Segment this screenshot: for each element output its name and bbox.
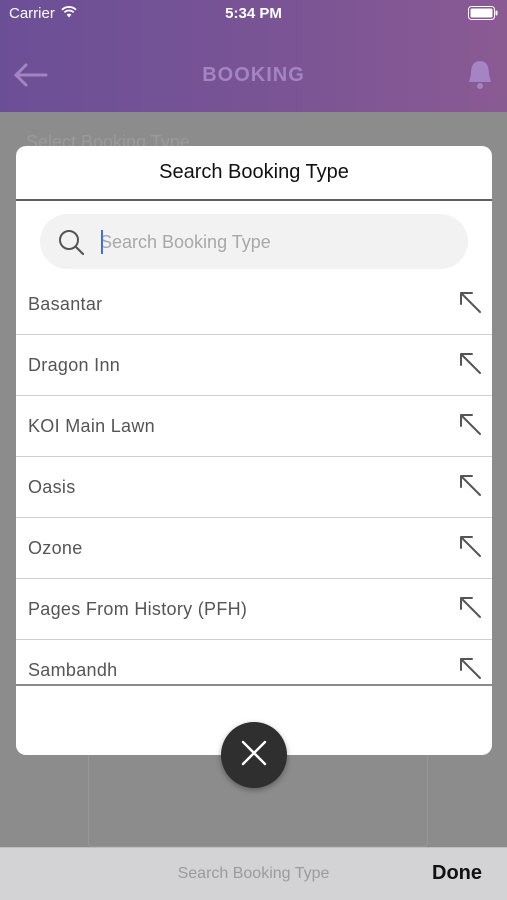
close-button[interactable]	[221, 722, 287, 788]
list-item[interactable]: Dragon Inn	[16, 335, 492, 396]
nav-title: BOOKING	[202, 64, 305, 86]
arrow-up-left-icon	[458, 473, 482, 502]
list-item-label: Pages From History (PFH)	[28, 599, 248, 619]
search-input[interactable]	[100, 224, 450, 260]
bell-icon[interactable]	[467, 58, 493, 97]
list-item-label: Dragon Inn	[28, 355, 121, 375]
list-item[interactable]: Oasis	[16, 457, 492, 518]
toolbar-field-hint: Search Booking Type	[177, 865, 330, 882]
list-item[interactable]: Sambandh	[16, 640, 492, 684]
search-box[interactable]	[40, 214, 468, 269]
modal-header: Search Booking Type	[16, 146, 492, 201]
close-icon	[240, 739, 268, 772]
arrow-up-left-icon	[458, 534, 482, 563]
arrow-up-left-icon	[458, 656, 482, 684]
list-item-label: KOI Main Lawn	[28, 416, 155, 436]
text-caret	[101, 230, 103, 254]
list-item[interactable]: KOI Main Lawn	[16, 396, 492, 457]
list-item-label: Basantar	[28, 294, 103, 314]
status-time: 5:34 PM	[225, 5, 282, 22]
list-item[interactable]: Ozone	[16, 518, 492, 579]
booking-type-list[interactable]: Basantar Dragon Inn KOI Main Lawn Oasis …	[16, 274, 492, 686]
done-button[interactable]: Done	[432, 862, 482, 885]
list-item-label: Ozone	[28, 538, 83, 558]
list-item-label: Sambandh	[28, 660, 118, 680]
status-bar: Carrier 5:34 PM	[0, 0, 507, 28]
arrow-up-left-icon	[458, 595, 482, 624]
nav-bar: BOOKING	[0, 50, 507, 102]
keyboard-toolbar: Search Booking Type Done	[0, 847, 507, 900]
arrow-up-left-icon	[458, 351, 482, 380]
app-header: Carrier 5:34 PM BOOKING	[0, 0, 507, 112]
modal-title: Search Booking Type	[159, 161, 349, 183]
search-modal: Search Booking Type Basantar Dragon Inn …	[16, 146, 492, 755]
battery-icon	[468, 6, 498, 24]
arrow-up-left-icon	[458, 412, 482, 441]
list-item-label: Oasis	[28, 477, 76, 497]
arrow-up-left-icon	[458, 290, 482, 319]
list-item[interactable]: Basantar	[16, 274, 492, 335]
search-icon	[57, 228, 85, 261]
list-item[interactable]: Pages From History (PFH)	[16, 579, 492, 640]
